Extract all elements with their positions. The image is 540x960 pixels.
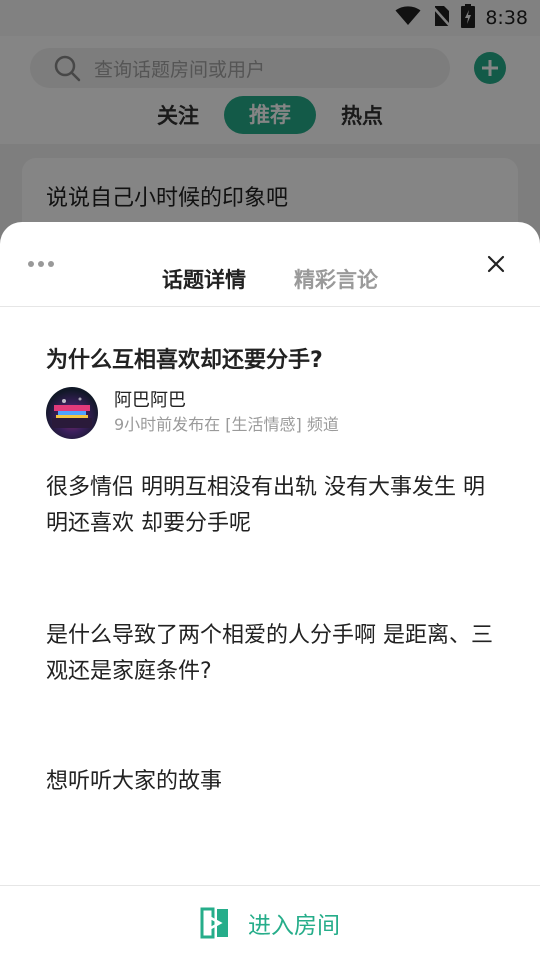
author-name[interactable]: 阿巴阿巴: [114, 389, 339, 413]
divider: [0, 306, 540, 307]
enter-room-label: 进入房间: [248, 913, 340, 939]
door-enter-icon: [200, 907, 230, 939]
topic-title: 为什么互相喜欢却还要分手?: [46, 348, 323, 373]
avatar[interactable]: [46, 387, 98, 439]
topic-paragraph: 很多情侣 明明互相没有出轨 没有大事发生 明明还喜欢 却要分手呢: [46, 475, 485, 536]
close-icon: [487, 255, 505, 273]
author-info: 阿巴阿巴 9小时前发布在 [生活情感] 频道: [114, 389, 339, 437]
sheet-tabs: 话题详情 精彩言论: [0, 264, 540, 294]
author-row[interactable]: 阿巴阿巴 9小时前发布在 [生活情感] 频道: [46, 386, 339, 440]
topic-detail-sheet: 话题详情 精彩言论 为什么互相喜欢却还要分手? 阿巴阿巴 9小时前发布在 [生活…: [0, 222, 540, 960]
close-button[interactable]: [484, 252, 508, 276]
tab-highlights[interactable]: 精彩言论: [294, 264, 378, 294]
topic-paragraph: 是什么导致了两个相爱的人分手啊 是距离、三观还是家庭条件?: [46, 623, 493, 684]
enter-room-button[interactable]: 进入房间: [0, 886, 540, 960]
tab-topic-details[interactable]: 话题详情: [162, 264, 246, 294]
topic-paragraph: 想听听大家的故事: [46, 769, 223, 794]
post-meta: 9小时前发布在 [生活情感] 频道: [114, 415, 339, 434]
